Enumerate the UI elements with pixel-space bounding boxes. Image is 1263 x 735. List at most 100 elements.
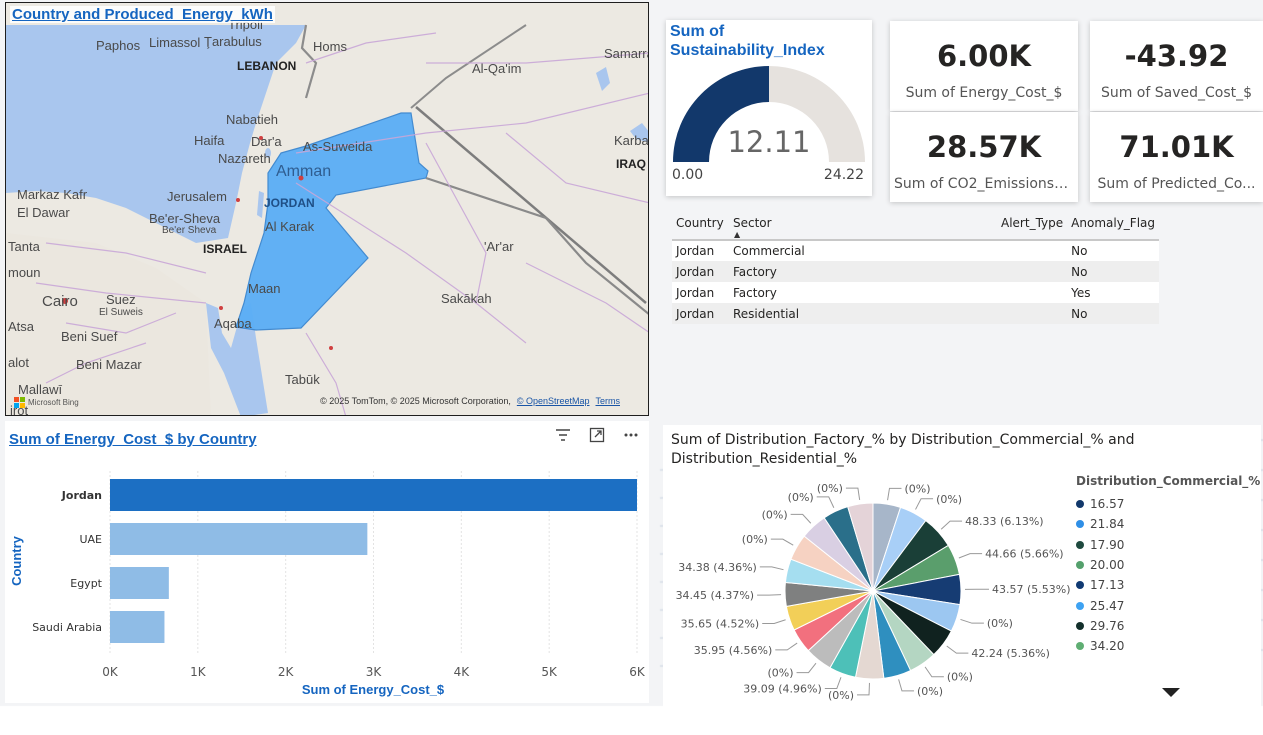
alerts-table-visual[interactable]: Country Sector ▲ Alert_Type Anomaly_Flag … [672,210,1159,324]
pie-data-label: 43.57 (5.53%) [992,583,1071,596]
map-credit-text: © 2025 TomTom, © 2025 Microsoft Corporat… [320,396,511,406]
kpi-label: Sum of CO2_Emissions_... [894,176,1075,192]
terms-link[interactable]: Terms [596,396,621,406]
bar-uae[interactable] [110,523,368,555]
cell-alert-type [997,282,1067,303]
legend-item[interactable]: 17.13 [1076,575,1124,595]
more-options-icon[interactable] [619,423,643,447]
map-label-suez: Suez [106,292,136,307]
legend-label: 20.00 [1090,558,1125,573]
column-header-anomaly-flag[interactable]: Anomaly_Flag [1067,210,1159,241]
legend-item[interactable]: 17.90 [1076,535,1124,555]
map-label-iraq: IRAQ [616,157,646,171]
legend-scroll-down-icon[interactable] [1162,688,1180,697]
pie-leader-line [898,679,914,692]
map-label-mallawi: Mallawī [18,382,63,397]
map-label-karbala: Karbala [614,133,649,148]
pie-leader-line [796,662,817,674]
y-axis-title: Country [9,535,24,586]
table-row[interactable]: Jordan Residential No [672,303,1159,324]
cell-sector: Residential [732,306,800,321]
map-credits: © 2025 TomTom, © 2025 Microsoft Corporat… [314,396,620,406]
pie-leader-line [775,642,798,651]
legend-item[interactable]: 25.47 [1076,595,1124,615]
map-label-amman: Amman [276,163,332,180]
pie-data-label: 34.45 (4.37%) [676,589,755,602]
map-label-eldawar: El Dawar [17,205,70,220]
pie-leader-line [762,619,786,624]
bar-chart-visual[interactable]: 0K 1K 2K 3K 4K 5K 6K Jordan UAE Egypt Saudi Arabia… [5,421,649,703]
kpi-card-saved-cost[interactable]: -43.92 Sum of Saved_Cost_$ [1090,21,1263,111]
pie-data-label: 48.33 (6.13%) [965,515,1044,528]
map-visual[interactable]: Country and Produced_Energy_kWh Paphos Li… [5,2,649,416]
legend-title: Distribution_Commercial_% [1076,474,1261,488]
pie-chart-plot[interactable]: (0%)(0%)48.33 (6.13%)44.66 (5.66%)43.57 … [663,425,1073,710]
column-header-country[interactable]: Country [672,210,729,241]
y-tick-label: Jordan [61,489,102,502]
pie-leader-line [960,618,984,624]
bar-chart-plot[interactable]: 0K 1K 2K 3K 4K 5K 6K Jordan UAE Egypt Saudi Arabia… [5,421,649,703]
table-row[interactable]: Jordan Commercial No [672,240,1159,261]
cell-anomaly-flag: No [1071,264,1088,279]
map-canvas[interactable] [6,3,649,416]
table-row[interactable]: Jordan Factory No [672,261,1159,282]
map-label-lebanon: LEBANON [237,59,297,73]
pie-leader-line [770,538,794,546]
bar-egypt[interactable] [110,567,169,599]
pie-leader-line [946,645,969,654]
x-axis-title: Sum of Energy_Cost_$ [302,682,445,697]
bar-saudi-arabia[interactable] [110,611,165,643]
gauge-max-label: 24.22 [823,167,864,183]
cell-alert-type [997,261,1067,282]
gauge-value: 12.11 [727,125,811,159]
map-label-beersheva2: Be'er Sheva [162,225,217,236]
x-tick-label: 6K [629,665,646,679]
map-label-jerusalem: Jerusalem [167,189,227,204]
map-label-cairo: Cairo [42,293,78,310]
focus-mode-icon[interactable] [585,423,609,447]
bar-chart-title[interactable]: Sum of Energy_Cost_$ by Country [9,431,257,448]
table-header-row: Country Sector ▲ Alert_Type Anomaly_Flag [672,210,1159,241]
gauge-visual[interactable]: Sum of Sustainability_Index 12.11 0.00 2… [666,20,872,196]
pie-data-label: 34.38 (4.36%) [678,561,757,574]
map-label-homs: Homs [313,39,347,54]
legend-item[interactable]: 34.20 [1076,636,1124,656]
microsoft-bing-logo: Microsoft Bing [14,397,79,408]
map-label-alkarak: Al Karak [265,219,315,234]
column-header-alert-type[interactable]: Alert_Type [997,210,1068,241]
x-tick-label: 2K [278,665,295,679]
legend-item[interactable]: 20.00 [1076,555,1124,575]
kpi-card-predicted-cost[interactable]: 71.01K Sum of Predicted_Co... [1090,112,1263,202]
cell-alert-type [997,240,1067,261]
x-tick-label: 3K [366,665,383,679]
openstreetmap-link[interactable]: © OpenStreetMap [517,396,590,406]
pie-data-label: (0%) [904,482,930,495]
column-header-sector[interactable]: Sector ▲ [728,210,997,241]
map-label-paphos: Paphos [96,38,141,53]
x-tick-label: 5K [541,665,558,679]
legend-label: 17.90 [1090,537,1125,552]
legend-dot-icon [1076,581,1084,590]
pie-leader-line [958,553,983,559]
legend-label: 34.20 [1090,639,1125,654]
map-label-elsuweis: El Suweis [99,307,143,318]
map-title[interactable]: Country and Produced_Energy_kWh [10,6,275,23]
cell-sector: Factory [732,285,777,300]
cell-country: Jordan [676,264,715,279]
cell-anomaly-flag: No [1071,244,1088,258]
bar-jordan[interactable] [110,479,637,511]
pie-data-label: (0%) [762,508,788,521]
legend-item[interactable]: 29.76 [1076,616,1124,636]
legend-item[interactable]: 21.84 [1076,514,1124,534]
filter-icon[interactable] [551,423,575,447]
sort-ascending-icon: ▲ [733,230,741,239]
legend-label: 29.76 [1090,618,1125,633]
map-label-assuweida: As-Suweida [303,139,373,154]
pie-chart-visual[interactable]: Sum of Distribution_Factory_% by Distrib… [663,425,1261,710]
legend-item[interactable]: 16.57 [1076,494,1124,514]
kpi-card-co2-emissions[interactable]: 28.57K Sum of CO2_Emissions_... [890,112,1078,202]
cell-country: Jordan [676,306,715,321]
map-label-tanta: Tanta [8,239,40,254]
table-row[interactable]: Jordan Factory Yes [672,282,1159,303]
kpi-card-energy-cost[interactable]: 6.00K Sum of Energy_Cost_$ [890,21,1078,111]
